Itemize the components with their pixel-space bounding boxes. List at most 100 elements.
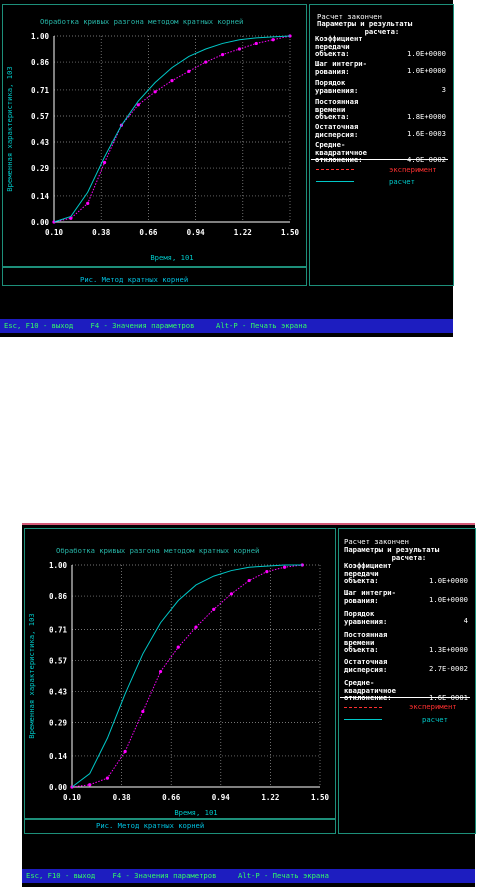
- param-row: Остаточная дисперсия: 2.7E-0002: [344, 658, 468, 674]
- y-tick-label: 0.00: [31, 218, 50, 227]
- legend-label-experiment: эксперимент: [409, 702, 457, 711]
- param-row: Шаг интегри- рования: 1.0E+0000: [344, 589, 468, 605]
- param-row: Шаг интегри- рования: 1.0E+0000: [315, 60, 446, 76]
- experiment-point: [229, 592, 234, 596]
- y-tick-label: 0.57: [31, 112, 49, 121]
- experiment-point: [102, 160, 107, 165]
- experiment-point: [158, 669, 163, 674]
- calc-curve: [71, 564, 303, 788]
- legend-line-experiment: [316, 169, 354, 170]
- experiment-point: [237, 47, 242, 51]
- x-tick-label: 0.38: [113, 793, 132, 802]
- chart-plot: 0.10 0.38 0.66 0.94 1.22 1.50 0.00 0.14 0.29 0.43…: [27, 561, 330, 817]
- experiment-point: [170, 79, 174, 83]
- param-value: 1.3E+0000: [429, 644, 468, 654]
- param-row: Средне- квадратичное отклонение: 1.6E-000…: [344, 679, 468, 702]
- legend-line-calc: [344, 719, 382, 720]
- experiment-point: [204, 60, 208, 64]
- param-label: Порядок уравнения:: [315, 78, 359, 95]
- experiment-point: [141, 709, 145, 714]
- screenshot-1: Обработка кривых разгона методом кратных…: [0, 0, 454, 337]
- param-row: Порядок уравнения: 4: [344, 609, 468, 626]
- experiment-point: [105, 776, 110, 780]
- panel-divider: [311, 159, 448, 160]
- params-list: Коэффициент передачи объекта: 1.0E+0000 Ша…: [338, 560, 474, 702]
- legend-label-experiment: эксперимент: [389, 165, 437, 174]
- param-value: 1.0E+0000: [429, 595, 468, 605]
- y-tick-label: 0.43: [31, 138, 50, 147]
- x-axis-label: Время, 101: [150, 253, 193, 262]
- experiment-point: [194, 625, 198, 629]
- x-tick-label: 0.10: [45, 228, 64, 237]
- chart-plot: 0.10 0.38 0.66 0.94 1.22 1.50 0.00 0.14 0.29 0.43…: [5, 32, 300, 262]
- param-value: 4: [463, 616, 468, 626]
- experiment-point: [187, 69, 191, 73]
- experiment-point: [265, 570, 269, 574]
- experiment-point: [282, 565, 287, 569]
- param-row: Постоянная времени объекта: 1.8E+0000: [315, 98, 446, 121]
- param-row: Постоянная времени объекта: 1.3E+0000: [344, 631, 468, 654]
- y-tick-label: 0.00: [49, 783, 68, 792]
- x-tick-label: 0.38: [92, 228, 111, 237]
- experiment-curve: [53, 35, 291, 223]
- legend-line-calc: [316, 181, 354, 182]
- x-tick-label: 0.94: [187, 228, 206, 237]
- panel-header: Параметры и результаты расчета:: [344, 545, 440, 562]
- figure-caption: Рис. Метод кратных корней: [80, 275, 189, 284]
- y-tick-label: 1.00: [31, 32, 50, 41]
- experiment-point: [271, 38, 275, 42]
- param-value: 3: [441, 85, 446, 95]
- legend-label-calc: расчет: [422, 715, 448, 724]
- param-row: Коэффициент передачи объекта: 1.0E+0000: [315, 35, 446, 58]
- experiment-point: [220, 53, 225, 57]
- legend-line-experiment: [344, 707, 382, 708]
- param-row: Порядок уравнения: 3: [315, 78, 446, 95]
- experiment-point: [176, 645, 180, 649]
- x-axis-label: Время, 101: [174, 808, 217, 817]
- x-tick-label: 1.22: [261, 793, 279, 802]
- params-list: Коэффициент передачи объекта: 1.0E+0000 Ша…: [309, 33, 452, 164]
- y-tick-label: 1.00: [49, 561, 68, 570]
- experiment-point: [86, 201, 90, 205]
- experiment-point: [88, 783, 92, 787]
- experiment-point: [212, 607, 216, 611]
- top-bar: [22, 523, 475, 525]
- x-tick-label: 1.22: [234, 228, 252, 237]
- y-tick-label: 0.14: [49, 752, 68, 761]
- x-tick-label: 0.10: [63, 793, 82, 802]
- panel-divider: [340, 697, 470, 698]
- y-axis-label: Временная характеристика, 103: [27, 613, 36, 739]
- y-axis-label: Временная характеристика, 103: [5, 66, 14, 192]
- y-tick-label: 0.14: [31, 192, 50, 201]
- param-row: Коэффициент передачи объекта: 1.0E+0000: [344, 562, 468, 585]
- x-tick-label: 0.94: [212, 793, 231, 802]
- param-value: 1.0E+0000: [407, 66, 446, 76]
- screenshot-2: Обработка кривых разгона методом кратных…: [22, 523, 476, 887]
- y-tick-label: 0.29: [31, 164, 50, 173]
- x-tick-label: 0.66: [162, 793, 181, 802]
- param-value: 2.7E-0002: [429, 664, 468, 674]
- x-tick-label: 1.50: [311, 793, 330, 802]
- y-tick-label: 0.71: [49, 625, 68, 634]
- y-tick-label: 0.43: [49, 688, 68, 697]
- param-label: Порядок уравнения:: [344, 609, 388, 626]
- param-value: 1.6E-0003: [407, 129, 446, 139]
- y-tick-label: 0.86: [49, 592, 68, 601]
- y-tick-label: 0.71: [31, 86, 50, 95]
- param-row: Остаточная дисперсия: 1.6E-0003: [315, 123, 446, 139]
- param-value: 1.8E+0000: [407, 111, 446, 121]
- y-tick-label: 0.29: [49, 719, 68, 728]
- experiment-point: [254, 41, 258, 46]
- figure-caption: Рис. Метод кратных корней: [96, 821, 205, 830]
- experiment-point: [123, 749, 127, 754]
- y-tick-label: 0.57: [49, 656, 67, 665]
- x-tick-label: 0.66: [139, 228, 158, 237]
- experiment-point: [153, 90, 157, 94]
- y-tick-label: 0.86: [31, 58, 50, 67]
- x-tick-label: 1.50: [281, 228, 300, 237]
- status-bar: Esc, F10 - выход F4 - Значения параметро…: [0, 319, 453, 333]
- param-value: 1.0E+0000: [429, 575, 468, 585]
- experiment-point: [247, 578, 251, 583]
- experiment-point: [136, 103, 140, 107]
- param-row: Средне- квадратичное отклонение: 4.0E-000…: [315, 141, 446, 164]
